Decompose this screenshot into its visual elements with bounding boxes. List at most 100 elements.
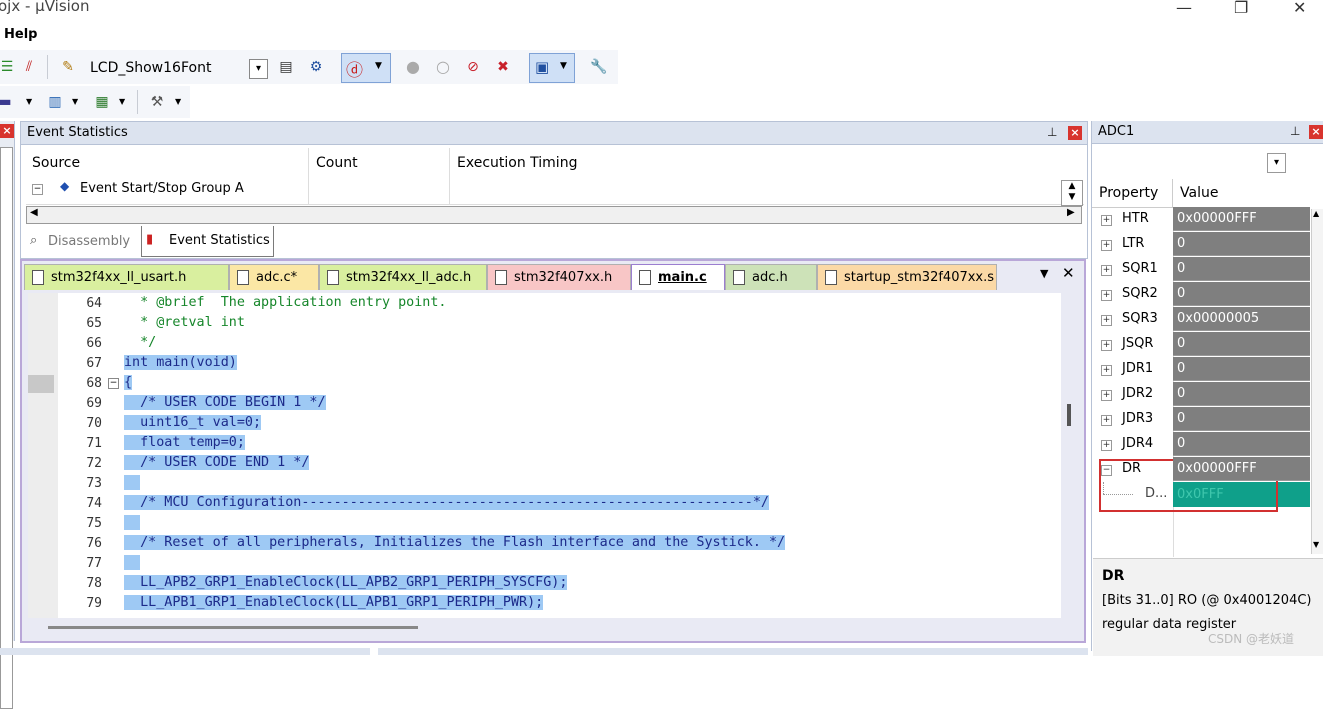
insert-breakpoint-icon[interactable]: ●: [402, 56, 424, 78]
expand-icon[interactable]: +: [1101, 215, 1112, 226]
code-editor[interactable]: 64 * @brief The application entry point.…: [28, 293, 1061, 618]
manage-components-icon[interactable]: ⚙: [305, 56, 327, 78]
register-row[interactable]: + SQR3 0x00000005: [1093, 307, 1310, 332]
vertical-scroll-thumb[interactable]: [1067, 404, 1071, 426]
tab-list-icon[interactable]: ▼: [1040, 267, 1048, 280]
code-line[interactable]: */: [124, 335, 156, 350]
analysis-window-icon[interactable]: ▬: [0, 91, 16, 113]
register-value[interactable]: 0: [1173, 332, 1310, 356]
editor-tab[interactable]: stm32f4xx_ll_usart.h: [24, 264, 229, 290]
pin-icon[interactable]: ⊥: [1290, 124, 1300, 138]
chevron-down-icon[interactable]: ▾: [249, 59, 268, 79]
kill-breakpoints-icon[interactable]: ✖: [492, 56, 514, 78]
disable-breakpoints-icon[interactable]: ⊘: [462, 56, 484, 78]
code-line[interactable]: LL_APB2_GRP1_EnableClock(LL_APB2_GRP1_PE…: [124, 575, 568, 590]
pin-icon[interactable]: ⊥: [1047, 125, 1057, 139]
tab-event-statistics[interactable]: ▮ Event Statistics: [141, 226, 274, 257]
chevron-down-icon[interactable]: ▼: [72, 97, 78, 106]
editor-tab[interactable]: adc.c*: [229, 264, 319, 290]
chevron-down-icon[interactable]: ▼: [119, 97, 125, 106]
register-value[interactable]: 0: [1173, 382, 1310, 406]
close-window-button[interactable]: ✕: [1293, 0, 1306, 17]
trace-window-icon[interactable]: ▥: [44, 91, 66, 113]
code-line[interactable]: /* Reset of all peripherals, Initializes…: [124, 535, 786, 550]
register-row[interactable]: + SQR2 0: [1093, 282, 1310, 307]
register-value[interactable]: 0x00000005: [1173, 307, 1310, 331]
code-line[interactable]: * @brief The application entry point.: [124, 295, 446, 310]
code-line[interactable]: uint16_t val=0;: [124, 415, 262, 430]
scroll-up-icon[interactable]: ▲: [1313, 209, 1319, 218]
code-line[interactable]: /* USER CODE BEGIN 1 */: [124, 395, 326, 410]
editor-tab[interactable]: stm32f4xx_ll_adc.h: [319, 264, 487, 290]
register-value[interactable]: 0: [1173, 232, 1310, 256]
editor-tab[interactable]: main.c: [631, 264, 725, 290]
register-row[interactable]: + JSQR 0: [1093, 332, 1310, 357]
scroll-right-icon[interactable]: ▶: [1067, 207, 1075, 218]
register-value[interactable]: 0: [1173, 407, 1310, 431]
code-line[interactable]: float temp=0;: [124, 435, 245, 450]
register-row[interactable]: + JDR3 0: [1093, 407, 1310, 432]
editor-tab[interactable]: adc.h: [725, 264, 817, 290]
code-line[interactable]: {: [124, 375, 133, 390]
expand-icon[interactable]: +: [1101, 340, 1112, 351]
expand-icon[interactable]: +: [1101, 240, 1112, 251]
chevron-down-icon[interactable]: ▾: [1267, 153, 1286, 173]
register-value[interactable]: 0x00000FFF: [1173, 207, 1310, 231]
stop-build-icon[interactable]: ⫽: [18, 56, 40, 78]
expand-icon[interactable]: +: [1101, 415, 1112, 426]
collapse-icon[interactable]: −: [32, 184, 43, 195]
editor-tab[interactable]: startup_stm32f407xx.s: [817, 264, 997, 290]
configure-icon[interactable]: 🔧: [588, 56, 610, 78]
expand-icon[interactable]: +: [1101, 290, 1112, 301]
register-row[interactable]: + SQR1 0: [1093, 257, 1310, 282]
toolbox-icon[interactable]: ⚒: [146, 91, 168, 113]
left-scrollbar[interactable]: [0, 147, 13, 709]
register-row[interactable]: + JDR1 0: [1093, 357, 1310, 382]
batch-build-icon[interactable]: ☰: [0, 56, 18, 78]
register-row[interactable]: + HTR 0x00000FFF: [1093, 207, 1310, 232]
code-line[interactable]: [124, 515, 141, 530]
fold-icon[interactable]: −: [108, 378, 119, 389]
collapse-icon[interactable]: −: [1101, 465, 1112, 476]
horizontal-scroll-thumb[interactable]: [48, 626, 418, 629]
register-row[interactable]: + LTR 0: [1093, 232, 1310, 257]
close-icon[interactable]: ×: [0, 124, 14, 138]
register-value[interactable]: 0: [1173, 257, 1310, 281]
code-line[interactable]: LL_APB1_GRP1_EnableClock(LL_APB1_GRP1_PE…: [124, 595, 544, 610]
system-viewer-icon[interactable]: ▦: [91, 91, 113, 113]
options-target-icon[interactable]: ✎: [57, 56, 79, 78]
expand-icon[interactable]: +: [1101, 315, 1112, 326]
register-value[interactable]: 0x00000FFF: [1173, 457, 1310, 481]
minimize-button[interactable]: —: [1176, 0, 1192, 17]
close-icon[interactable]: ×: [1068, 126, 1082, 140]
enable-breakpoint-icon[interactable]: ○: [432, 56, 454, 78]
editor-tab[interactable]: stm32f407xx.h: [487, 264, 631, 290]
register-value[interactable]: 0: [1173, 432, 1310, 456]
code-line[interactable]: int main(void): [124, 355, 237, 370]
adc-vertical-scrollbar[interactable]: ▲ ▼: [1311, 209, 1323, 554]
row-spinner[interactable]: ▲ ▼: [1061, 180, 1083, 206]
menu-help[interactable]: Help: [4, 27, 37, 42]
scroll-down-icon[interactable]: ▼: [1313, 540, 1319, 549]
close-icon[interactable]: ×: [1309, 125, 1323, 139]
expand-icon[interactable]: +: [1101, 440, 1112, 451]
chevron-down-icon[interactable]: ▼: [26, 97, 32, 106]
register-row[interactable]: + JDR2 0: [1093, 382, 1310, 407]
tab-disassembly[interactable]: ⌕ Disassembly: [26, 227, 146, 255]
maximize-button[interactable]: ❐: [1234, 0, 1248, 17]
debug-session-button[interactable]: ⓓ ▼: [341, 53, 391, 83]
register-value[interactable]: 0: [1173, 357, 1310, 381]
scroll-left-icon[interactable]: ◀: [30, 207, 38, 218]
event-row-source[interactable]: Event Start/Stop Group A: [80, 181, 244, 196]
code-line[interactable]: /* MCU Configuration--------------------…: [124, 495, 769, 510]
file-extensions-icon[interactable]: ▤: [275, 56, 297, 78]
target-select[interactable]: LCD_Show16Font ▾: [86, 59, 269, 79]
expand-icon[interactable]: +: [1101, 390, 1112, 401]
horizontal-scrollbar[interactable]: ◀ ▶: [26, 206, 1082, 224]
chevron-down-icon[interactable]: ▼: [175, 97, 181, 106]
code-line[interactable]: * @retval int: [124, 315, 245, 330]
expand-icon[interactable]: +: [1101, 265, 1112, 276]
expand-icon[interactable]: +: [1101, 365, 1112, 376]
register-row[interactable]: − DR 0x00000FFF: [1093, 457, 1310, 482]
close-tab-icon[interactable]: ✕: [1062, 264, 1075, 282]
